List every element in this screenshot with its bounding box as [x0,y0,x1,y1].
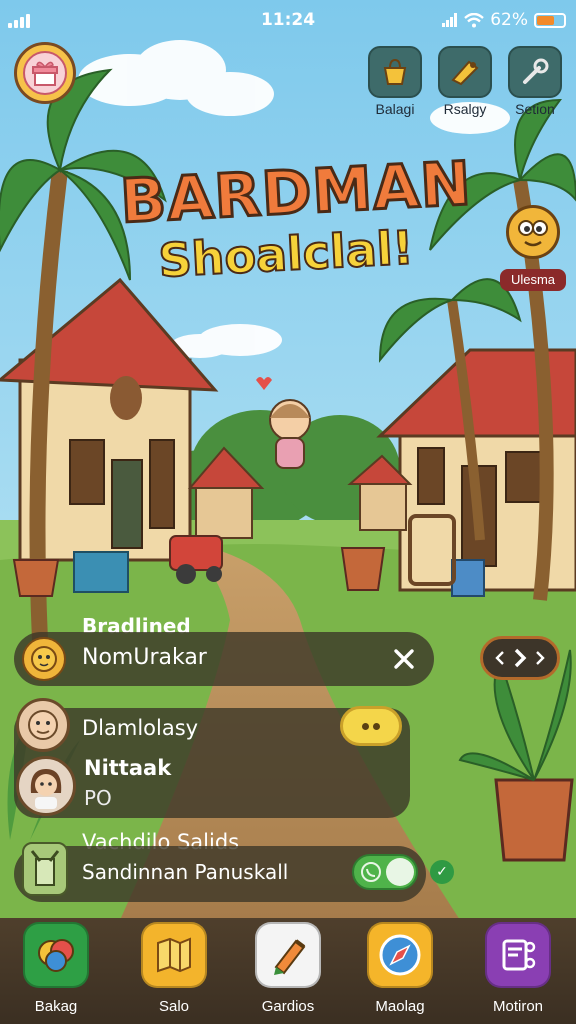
contact-name-2[interactable]: Nittaak [84,756,171,780]
character-face-icon [506,205,560,259]
name-field-row[interactable]: NomUrakar [14,632,434,686]
lion-avatar-icon [22,637,66,681]
status-bar: 11:24 62% [0,0,576,40]
close-icon [394,649,414,669]
typing-dot-icon [373,722,380,730]
contact-avatar-2[interactable] [16,756,76,816]
top-icon-bag[interactable] [368,46,422,98]
contact-name-1[interactable]: Dlamlolasy [82,716,198,740]
name-field-value[interactable]: NomUrakar [82,645,207,670]
typing-dot-icon [362,722,369,730]
dock-item-salo[interactable]: Salo [126,922,222,1022]
bottom-dock: Bakag Salo Gardios Maolag Motiron [0,918,576,1024]
face-icon [28,710,58,740]
side-character-label: Ulesma [500,269,566,291]
wrench-icon [523,58,549,84]
small-check-icon[interactable]: ✓ [430,860,454,884]
side-character-button[interactable]: Ulesma [500,205,566,293]
map-icon [141,922,207,988]
top-icon-horn[interactable] [438,46,492,98]
dock-item-gardios[interactable]: Gardios [240,922,336,1022]
chevron-right-icon [514,648,527,668]
status-indicators: 62% [442,10,566,30]
whatsapp-icon [361,862,381,882]
item-subtitle: Sandinnan Panuskall [82,860,289,884]
bag-icon [383,58,407,85]
dock-item-maolag[interactable]: Maolag [352,922,448,1022]
dock-item-bakag[interactable]: Bakag [8,922,104,1022]
chevron-left-icon [495,651,504,665]
contact-avatar-1[interactable] [16,698,70,752]
network-icon [485,922,551,988]
battery-percent: 62% [490,10,528,30]
navigation-arrows-button[interactable] [480,636,560,680]
dock-label-gardios: Gardios [261,998,315,1015]
dock-label-bakag: Bakag [34,998,78,1015]
battery-icon [534,12,566,28]
horn-icon [451,60,479,86]
contact-sub-2: PO [84,786,112,810]
dock-label-salo: Salo [158,998,190,1015]
pencil-icon [255,922,321,988]
chat-bubbles-icon [23,922,89,988]
toggle-knob [386,858,414,886]
compass-icon [367,922,433,988]
chevron-right-small-icon [536,651,545,665]
profile-avatar-button[interactable] [14,42,76,104]
woman-avatar-icon [30,769,62,809]
dock-label-motiron: Motiron [492,998,544,1015]
close-button[interactable] [384,639,424,679]
top-label-bag: Balagi [375,101,415,117]
jar-icon [22,842,68,896]
dock-label-maolag: Maolag [375,998,425,1015]
chat-bubble-button[interactable] [340,706,402,746]
top-label-horn: Rsalgy [443,101,487,117]
top-icon-wrench[interactable] [508,46,562,98]
dock-item-motiron[interactable]: Motiron [470,922,566,1022]
gift-icon [23,51,67,95]
top-label-wrench: Setion [515,101,555,117]
item-toggle[interactable] [352,854,418,890]
wifi-icon [464,12,484,27]
signal-icon [442,13,458,27]
